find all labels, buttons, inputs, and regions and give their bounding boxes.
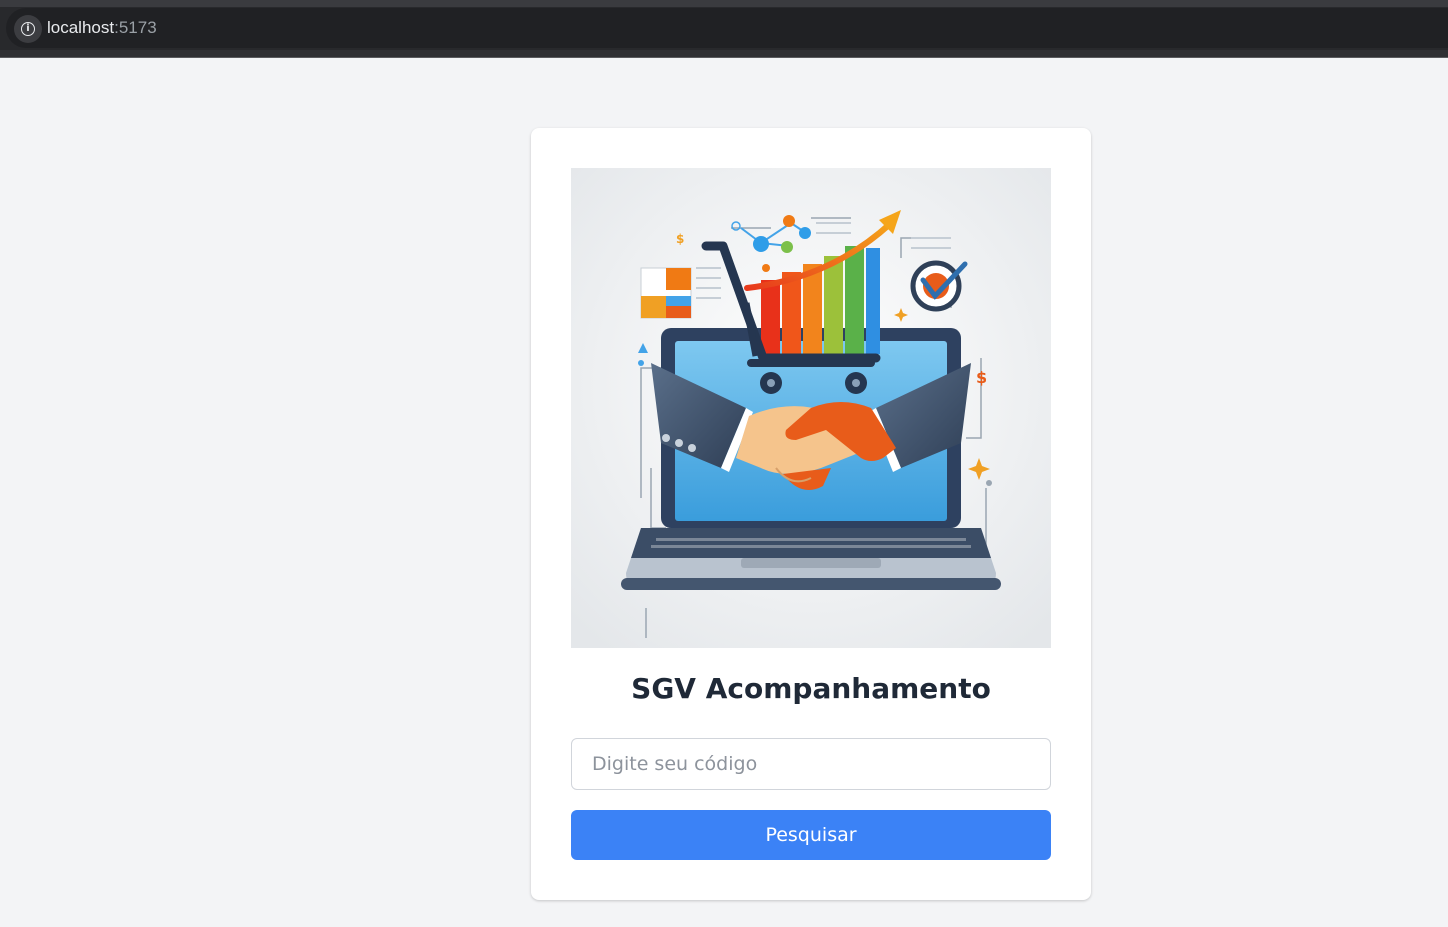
url-host: localhost — [47, 18, 115, 37]
url-port: :5173 — [114, 18, 157, 37]
ecommerce-handshake-illustration: $ $ — [571, 168, 1051, 648]
page-title: SGV Acompanhamento — [631, 672, 991, 705]
info-icon: i — [21, 22, 35, 36]
search-card: $ $ SGV Acompanhamento Digite seu código… — [531, 128, 1091, 900]
search-button[interactable]: Pesquisar — [571, 810, 1051, 860]
svg-text:$: $ — [976, 368, 987, 387]
svg-text:$: $ — [676, 232, 684, 246]
url-text[interactable]: localhost:5173 — [47, 18, 157, 38]
browser-divider — [0, 57, 1448, 58]
site-info-button[interactable]: i — [14, 15, 42, 43]
browser-top-strip — [0, 0, 1448, 7]
browser-toolbar-border — [0, 50, 1448, 57]
browser-address-bar: i localhost:5173 — [0, 7, 1448, 50]
code-input[interactable] — [571, 738, 1051, 790]
omnibox[interactable]: i localhost:5173 — [6, 8, 1448, 48]
